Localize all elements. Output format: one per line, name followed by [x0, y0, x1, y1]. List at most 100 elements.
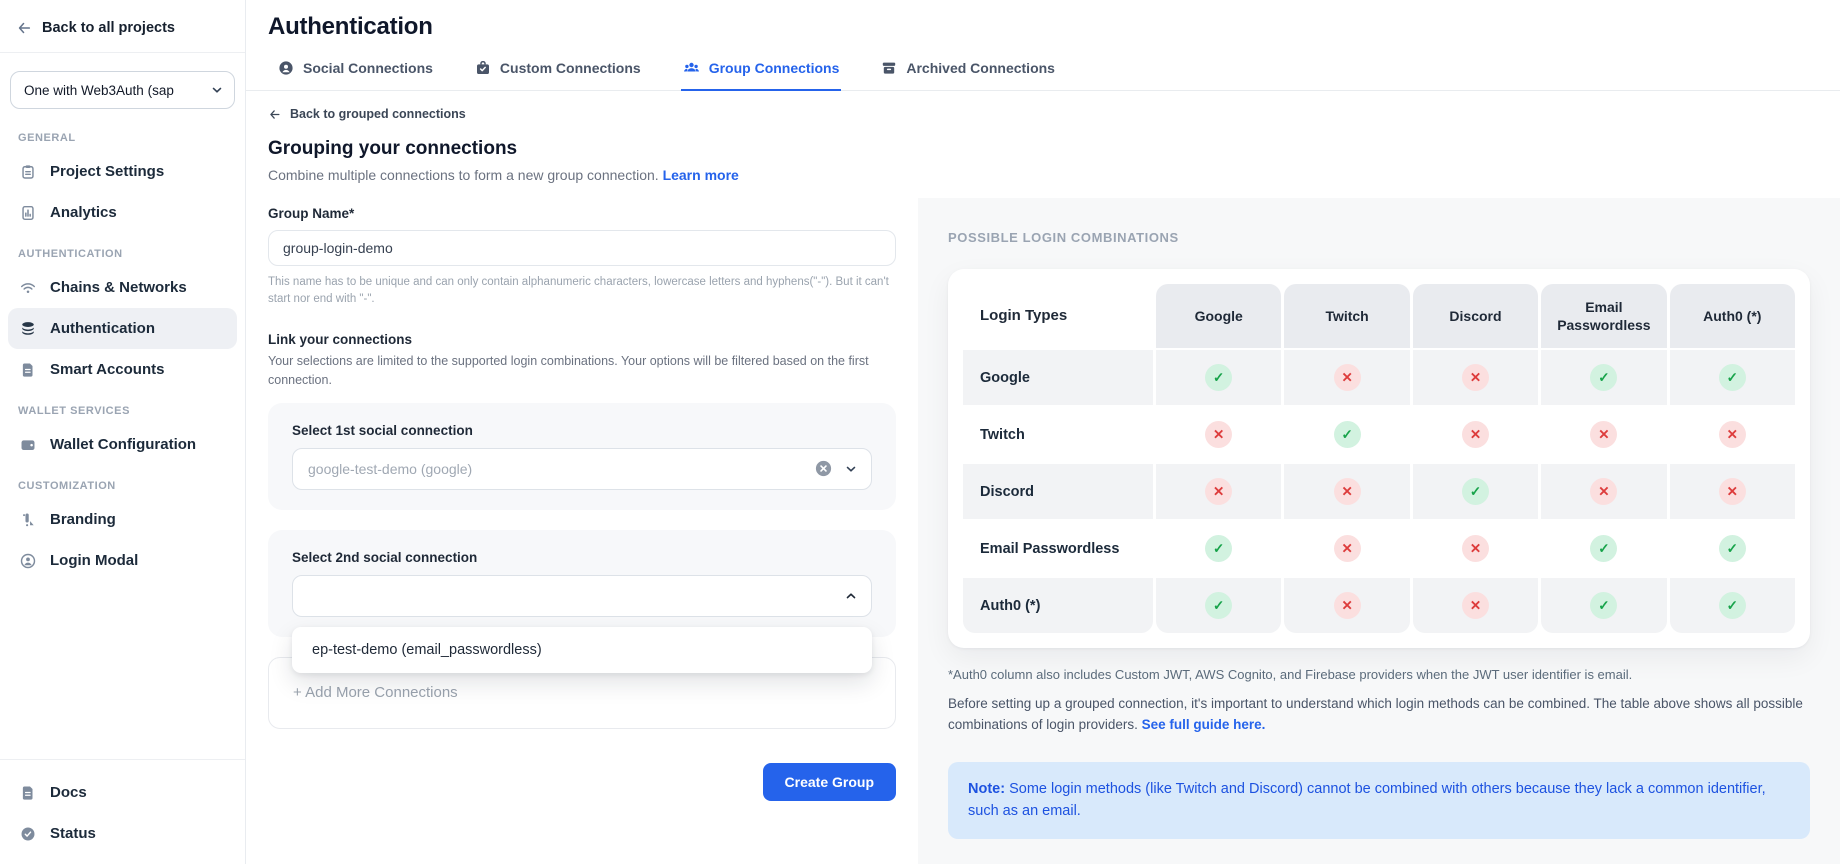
user-circle-icon: [18, 551, 37, 570]
row-label-auth0: Auth0 (*): [963, 578, 1153, 633]
sidebar-item-project-settings[interactable]: Project Settings: [8, 151, 237, 192]
select2-label: Select 2nd social connection: [292, 550, 872, 565]
link-connections-description: Your selections are limited to the suppo…: [268, 352, 896, 390]
sidebar-item-docs[interactable]: Docs: [8, 772, 237, 813]
tab-label: Group Connections: [709, 60, 840, 76]
tab-label: Social Connections: [303, 60, 433, 76]
select1-dropdown[interactable]: google-test-demo (google): [292, 448, 872, 490]
row-label-email-passwordless: Email Passwordless: [963, 521, 1153, 576]
wallet-icon: [18, 435, 37, 454]
check-circle-icon: [18, 824, 37, 843]
combinations-description: Before setting up a grouped connection, …: [948, 696, 1803, 732]
sidebar-nav: GENERAL Project Settings Analytics AUTHE…: [0, 109, 245, 581]
combination-mark: ✓: [1590, 535, 1617, 562]
note-banner: Note: Some login methods (like Twitch an…: [948, 762, 1810, 840]
group-name-input[interactable]: [268, 230, 896, 266]
sidebar-item-label: Authentication: [50, 320, 155, 337]
combination-mark: ✕: [1719, 421, 1746, 448]
tab-group-connections[interactable]: Group Connections: [681, 58, 842, 91]
sidebar-item-branding[interactable]: Branding: [8, 499, 237, 540]
tab-archived-connections[interactable]: Archived Connections: [879, 58, 1057, 91]
link-connections-heading: Link your connections: [268, 332, 896, 347]
login-combinations-table: Login Types Google Twitch Discord Email …: [963, 284, 1795, 633]
section-label-general: GENERAL: [8, 117, 237, 151]
column-header-email-passwordless: Email Passwordless: [1541, 284, 1666, 348]
file-icon: [18, 360, 37, 379]
sidebar-item-smart-accounts[interactable]: Smart Accounts: [8, 349, 237, 390]
clipboard-icon: [18, 162, 37, 181]
analytics-icon: [18, 203, 37, 222]
back-to-projects-label: Back to all projects: [42, 20, 175, 36]
combination-mark: ✕: [1590, 478, 1617, 505]
group-name-label: Group Name*: [268, 206, 896, 221]
section-label-authentication: AUTHENTICATION: [8, 233, 237, 267]
project-selector[interactable]: One with Web3Auth (sap: [10, 71, 235, 109]
page-title: Authentication: [268, 13, 1840, 41]
back-to-projects-link[interactable]: Back to all projects: [0, 0, 245, 52]
sidebar-item-login-modal[interactable]: Login Modal: [8, 540, 237, 581]
app-root: Back to all projects One with Web3Auth (…: [0, 0, 1840, 864]
people-group-icon: [683, 60, 700, 76]
column-header-google: Google: [1156, 284, 1281, 348]
sidebar-item-label: Project Settings: [50, 163, 164, 180]
combination-mark: ✕: [1462, 535, 1489, 562]
section-label-wallet-services: WALLET SERVICES: [8, 390, 237, 424]
sidebar-item-label: Branding: [50, 511, 116, 528]
column-header-login-types: Login Types: [963, 284, 1153, 348]
main-area: Authentication Social Connections Custom…: [246, 0, 1840, 864]
tab-custom-connections[interactable]: Custom Connections: [473, 58, 643, 91]
tab-social-connections[interactable]: Social Connections: [276, 58, 435, 91]
combination-mark: ✓: [1462, 478, 1489, 505]
combination-mark: ✕: [1719, 478, 1746, 505]
sidebar: Back to all projects One with Web3Auth (…: [0, 0, 246, 864]
clear-selection-icon[interactable]: [814, 459, 833, 478]
row-label-twitch: Twitch: [963, 407, 1153, 462]
database-stack-icon: [18, 319, 37, 338]
sidebar-footer: Docs Status: [0, 759, 245, 864]
chevron-down-icon: [844, 462, 858, 476]
full-guide-link[interactable]: See full guide here.: [1142, 717, 1266, 732]
combination-mark: ✓: [1205, 592, 1232, 619]
back-to-grouped-connections-link[interactable]: Back to grouped connections: [268, 107, 896, 121]
arrow-left-icon: [268, 108, 281, 121]
row-label-google: Google: [963, 350, 1153, 405]
combination-mark: ✕: [1334, 592, 1361, 619]
column-header-auth0: Auth0 (*): [1670, 284, 1795, 348]
note-text: Some login methods (like Twitch and Disc…: [968, 781, 1766, 819]
combination-mark: ✕: [1334, 364, 1361, 391]
combination-mark: ✕: [1205, 421, 1232, 448]
combination-mark: ✓: [1334, 421, 1361, 448]
select2-options-menu: ep-test-demo (email_passwordless): [292, 627, 872, 673]
combination-mark: ✓: [1719, 592, 1746, 619]
learn-more-link[interactable]: Learn more: [663, 167, 739, 183]
sidebar-item-label: Chains & Networks: [50, 279, 187, 296]
group-connection-form: Back to grouped connections Grouping you…: [246, 91, 918, 864]
combination-mark: ✓: [1590, 364, 1617, 391]
combinations-heading: POSSIBLE LOGIN COMBINATIONS: [948, 230, 1810, 245]
dropdown-option-ep-test-demo[interactable]: ep-test-demo (email_passwordless): [292, 627, 872, 673]
combination-mark: ✕: [1334, 535, 1361, 562]
sidebar-item-analytics[interactable]: Analytics: [8, 192, 237, 233]
back-link-label: Back to grouped connections: [290, 107, 466, 121]
combination-mark: ✓: [1205, 535, 1232, 562]
add-more-connections-button[interactable]: + Add More Connections: [293, 684, 458, 701]
sidebar-item-wallet-configuration[interactable]: Wallet Configuration: [8, 424, 237, 465]
combination-mark: ✕: [1205, 478, 1232, 505]
column-header-twitch: Twitch: [1284, 284, 1409, 348]
create-group-button[interactable]: Create Group: [763, 763, 896, 801]
sidebar-item-label: Status: [50, 825, 96, 842]
sidebar-item-authentication[interactable]: Authentication: [8, 308, 237, 349]
combination-mark: ✕: [1334, 478, 1361, 505]
select2-dropdown[interactable]: [292, 575, 872, 617]
combination-mark: ✓: [1719, 535, 1746, 562]
person-circle-icon: [278, 60, 294, 76]
sidebar-divider: [0, 52, 245, 53]
sidebar-item-label: Login Modal: [50, 552, 138, 569]
brush-icon: [18, 510, 37, 529]
column-header-discord: Discord: [1413, 284, 1538, 348]
sidebar-item-status[interactable]: Status: [8, 813, 237, 854]
combination-mark: ✓: [1719, 364, 1746, 391]
sidebar-item-chains-networks[interactable]: Chains & Networks: [8, 267, 237, 308]
note-label: Note:: [968, 781, 1005, 797]
wifi-icon: [18, 278, 37, 297]
